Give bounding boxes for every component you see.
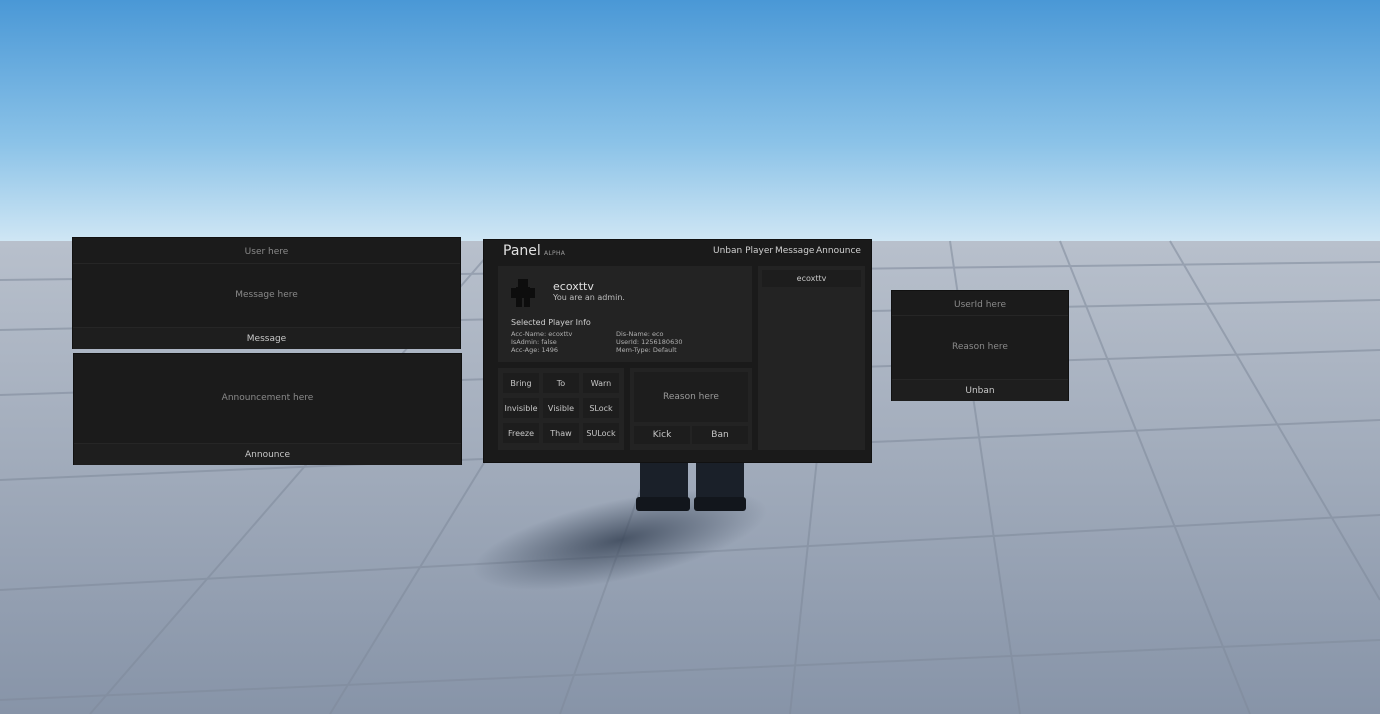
character-left-foot — [636, 497, 690, 511]
warn-button[interactable]: Warn — [583, 373, 619, 393]
admin-status: You are an admin. — [553, 293, 625, 302]
panel-title: Panel — [503, 243, 541, 259]
info-is-admin: IsAdmin: false — [511, 338, 557, 346]
unban-button[interactable]: Unban — [892, 379, 1068, 401]
action-buttons-grid: Bring To Warn Invisible Visible SLock Fr… — [498, 368, 624, 450]
nav-announce[interactable]: Announce — [816, 246, 861, 256]
announce-panel: Announcement here Announce — [74, 354, 461, 465]
admin-main-panel: Panel ALPHA Unban Player Message Announc… — [484, 240, 871, 462]
send-message-button[interactable]: Message — [73, 327, 460, 349]
send-announcement-button[interactable]: Announce — [74, 443, 461, 465]
thaw-button[interactable]: Thaw — [543, 423, 579, 443]
player-name: ecoxttv — [553, 280, 594, 293]
info-dis-name: Dis-Name: eco — [616, 330, 664, 338]
character-right-foot — [694, 497, 746, 511]
slock-button[interactable]: SLock — [583, 398, 619, 418]
reason-input[interactable]: Reason here — [634, 372, 748, 422]
sky — [0, 0, 1380, 241]
moderation-section: Reason here Kick Ban — [630, 368, 752, 450]
unban-reason-input[interactable]: Reason here — [892, 316, 1068, 378]
nav-message[interactable]: Message — [775, 246, 814, 256]
ban-button[interactable]: Ban — [692, 426, 748, 444]
player-list-item[interactable]: ecoxttv — [762, 270, 861, 287]
userid-input[interactable]: UserId here — [892, 294, 1068, 316]
info-mem-type: Mem-Type: Default — [616, 346, 677, 354]
player-list: ecoxttv — [758, 266, 865, 450]
invisible-button[interactable]: Invisible — [503, 398, 539, 418]
message-input[interactable]: Message here — [73, 264, 460, 326]
info-acc-name: Acc-Name: ecoxttv — [511, 330, 573, 338]
visible-button[interactable]: Visible — [543, 398, 579, 418]
message-panel: User here Message here Message — [73, 238, 460, 349]
kick-button[interactable]: Kick — [634, 426, 690, 444]
alpha-badge: ALPHA — [544, 250, 566, 257]
nav-unban-player[interactable]: Unban Player — [713, 246, 773, 256]
info-acc-age: Acc-Age: 1496 — [511, 346, 559, 354]
unban-panel: UserId here Reason here Unban — [892, 291, 1068, 401]
info-user-id: UserId: 1256180630 — [616, 338, 683, 346]
user-input[interactable]: User here — [73, 241, 460, 264]
announcement-input[interactable]: Announcement here — [74, 354, 461, 442]
player-avatar — [511, 279, 535, 307]
to-button[interactable]: To — [543, 373, 579, 393]
bring-button[interactable]: Bring — [503, 373, 539, 393]
freeze-button[interactable]: Freeze — [503, 423, 539, 443]
player-info-card: ecoxttv You are an admin. Selected Playe… — [498, 266, 752, 362]
sulock-button[interactable]: SULock — [583, 423, 619, 443]
selected-player-info-heading: Selected Player Info — [511, 318, 591, 327]
